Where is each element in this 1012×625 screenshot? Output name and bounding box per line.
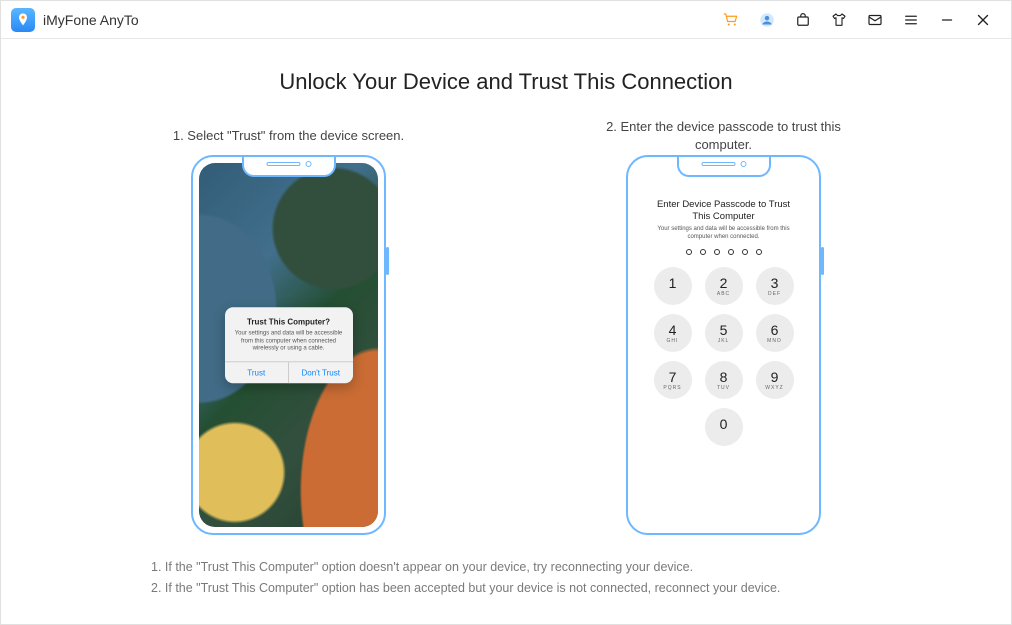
app-title: iMyFone AnyTo	[43, 12, 139, 28]
pin-icon	[15, 12, 31, 28]
keypad-key-2: 2ABC	[705, 267, 743, 305]
minimize-button[interactable]	[933, 6, 961, 34]
passcode-dot	[728, 249, 734, 255]
phone-side-button	[386, 247, 389, 275]
keypad-key-number: 3	[771, 276, 779, 290]
keypad-key-0: 0	[705, 408, 743, 446]
phone-screen-2: Enter Device Passcode to Trust This Comp…	[634, 163, 813, 527]
content-area: Unlock Your Device and Trust This Connec…	[1, 39, 1011, 624]
trust-button: Trust	[225, 362, 289, 383]
keypad-key-9: 9WXYZ	[756, 361, 794, 399]
speaker-icon	[701, 162, 735, 166]
close-icon	[974, 11, 992, 29]
note-1: 1. If the "Trust This Computer" option d…	[151, 557, 780, 578]
minimize-icon	[938, 11, 956, 29]
keypad-key-letters: MNO	[767, 338, 782, 344]
keypad-key-number: 8	[720, 370, 728, 384]
passcode-dot	[700, 249, 706, 255]
keypad-key-7: 7PQRS	[654, 361, 692, 399]
keypad-key-3: 3DEF	[756, 267, 794, 305]
user-button[interactable]	[753, 6, 781, 34]
menu-button[interactable]	[897, 6, 925, 34]
speaker-icon	[266, 162, 300, 166]
phone-notch	[701, 161, 746, 167]
passcode-subtitle: Your settings and data will be accessibl…	[648, 226, 799, 242]
phone-side-button	[821, 247, 824, 275]
step-2: 2. Enter the device passcode to trust th…	[594, 117, 854, 535]
keypad-key-6: 6MNO	[756, 314, 794, 352]
bag-icon	[794, 11, 812, 29]
keypad-key-number: 1	[669, 276, 677, 290]
bag-button[interactable]	[789, 6, 817, 34]
mail-icon	[866, 11, 884, 29]
passcode-screen: Enter Device Passcode to Trust This Comp…	[634, 163, 813, 527]
keypad-key-number: 5	[720, 323, 728, 337]
cart-button[interactable]	[717, 6, 745, 34]
phone-mockup-1: Trust This Computer? Your settings and d…	[191, 155, 386, 535]
keypad-key-number: 4	[669, 323, 677, 337]
passcode-dots	[686, 249, 762, 255]
trust-dialog-title: Trust This Computer?	[225, 307, 353, 328]
keypad-key-number: 9	[771, 370, 779, 384]
trust-dialog: Trust This Computer? Your settings and d…	[225, 307, 353, 383]
trust-dialog-buttons: Trust Don't Trust	[225, 361, 353, 383]
phone-screen-1: Trust This Computer? Your settings and d…	[199, 163, 378, 527]
keypad-key-letters: PQRS	[663, 385, 681, 391]
keypad-key-number: 0	[720, 417, 728, 431]
menu-icon	[902, 11, 920, 29]
steps-row: 1. Select "Trust" from the device screen…	[41, 117, 971, 535]
shirt-icon	[830, 11, 848, 29]
keypad-key-5: 5JKL	[705, 314, 743, 352]
passcode-dot	[686, 249, 692, 255]
close-button[interactable]	[969, 6, 997, 34]
phone-mockup-2: Enter Device Passcode to Trust This Comp…	[626, 155, 821, 535]
trust-dialog-body: Your settings and data will be accessibl…	[225, 328, 353, 361]
passcode-dot	[742, 249, 748, 255]
dont-trust-button: Don't Trust	[288, 362, 353, 383]
keypad-key-letters: TUV	[717, 385, 730, 391]
camera-icon	[740, 161, 746, 167]
mail-button[interactable]	[861, 6, 889, 34]
keypad-key-letters: JKL	[718, 338, 730, 344]
step-2-label: 2. Enter the device passcode to trust th…	[594, 117, 854, 155]
keypad-key-letters: ABC	[717, 291, 730, 297]
app-logo	[11, 8, 35, 32]
passcode-dot	[714, 249, 720, 255]
keypad: 1 2ABC 3DEF 4GHI 5JKL 6MNO 7PQRS 8TUV 9WXYZ 0	[654, 267, 794, 446]
keypad-key-8: 8TUV	[705, 361, 743, 399]
user-icon	[758, 11, 776, 29]
step-1: 1. Select "Trust" from the device screen…	[159, 117, 419, 535]
passcode-title: Enter Device Passcode to Trust This Comp…	[648, 199, 799, 223]
keypad-key-number: 2	[720, 276, 728, 290]
shirt-button[interactable]	[825, 6, 853, 34]
step-1-label: 1. Select "Trust" from the device screen…	[173, 117, 404, 155]
titlebar: iMyFone AnyTo	[1, 1, 1011, 39]
note-2: 2. If the "Trust This Computer" option h…	[151, 578, 780, 599]
camera-icon	[305, 161, 311, 167]
footer-notes: 1. If the "Trust This Computer" option d…	[41, 557, 780, 600]
keypad-key-4: 4GHI	[654, 314, 692, 352]
keypad-key-letters: WXYZ	[765, 385, 783, 391]
cart-icon	[722, 11, 740, 29]
keypad-key-letters: GHI	[667, 338, 679, 344]
app-window: iMyFone AnyTo	[0, 0, 1012, 625]
keypad-key-letters: DEF	[768, 291, 781, 297]
page-heading: Unlock Your Device and Trust This Connec…	[279, 69, 732, 95]
phone-notch	[266, 161, 311, 167]
passcode-dot	[756, 249, 762, 255]
keypad-key-number: 6	[771, 323, 779, 337]
keypad-key-1: 1	[654, 267, 692, 305]
keypad-key-number: 7	[669, 370, 677, 384]
